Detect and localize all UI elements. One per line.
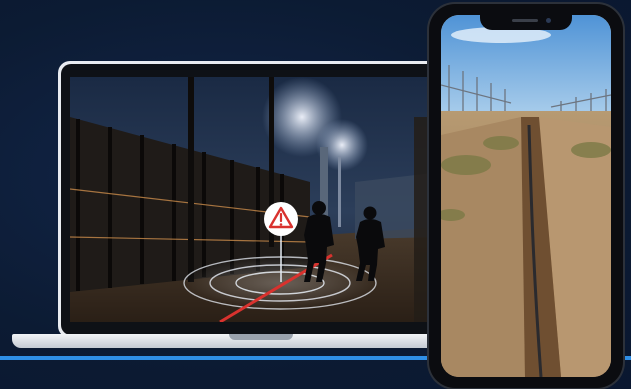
phone-camera	[546, 18, 551, 23]
distant-pole	[338, 157, 341, 227]
warning-triangle-icon	[264, 202, 298, 236]
trench-scene	[441, 15, 611, 377]
trench-left-wall	[441, 117, 525, 377]
laptop-trackpad-notch	[229, 334, 293, 340]
phone-screen	[441, 15, 611, 377]
laptop-screen	[70, 77, 442, 322]
light-pole	[188, 77, 194, 282]
phone-speaker	[512, 19, 538, 22]
night-fence-scene	[70, 77, 442, 322]
